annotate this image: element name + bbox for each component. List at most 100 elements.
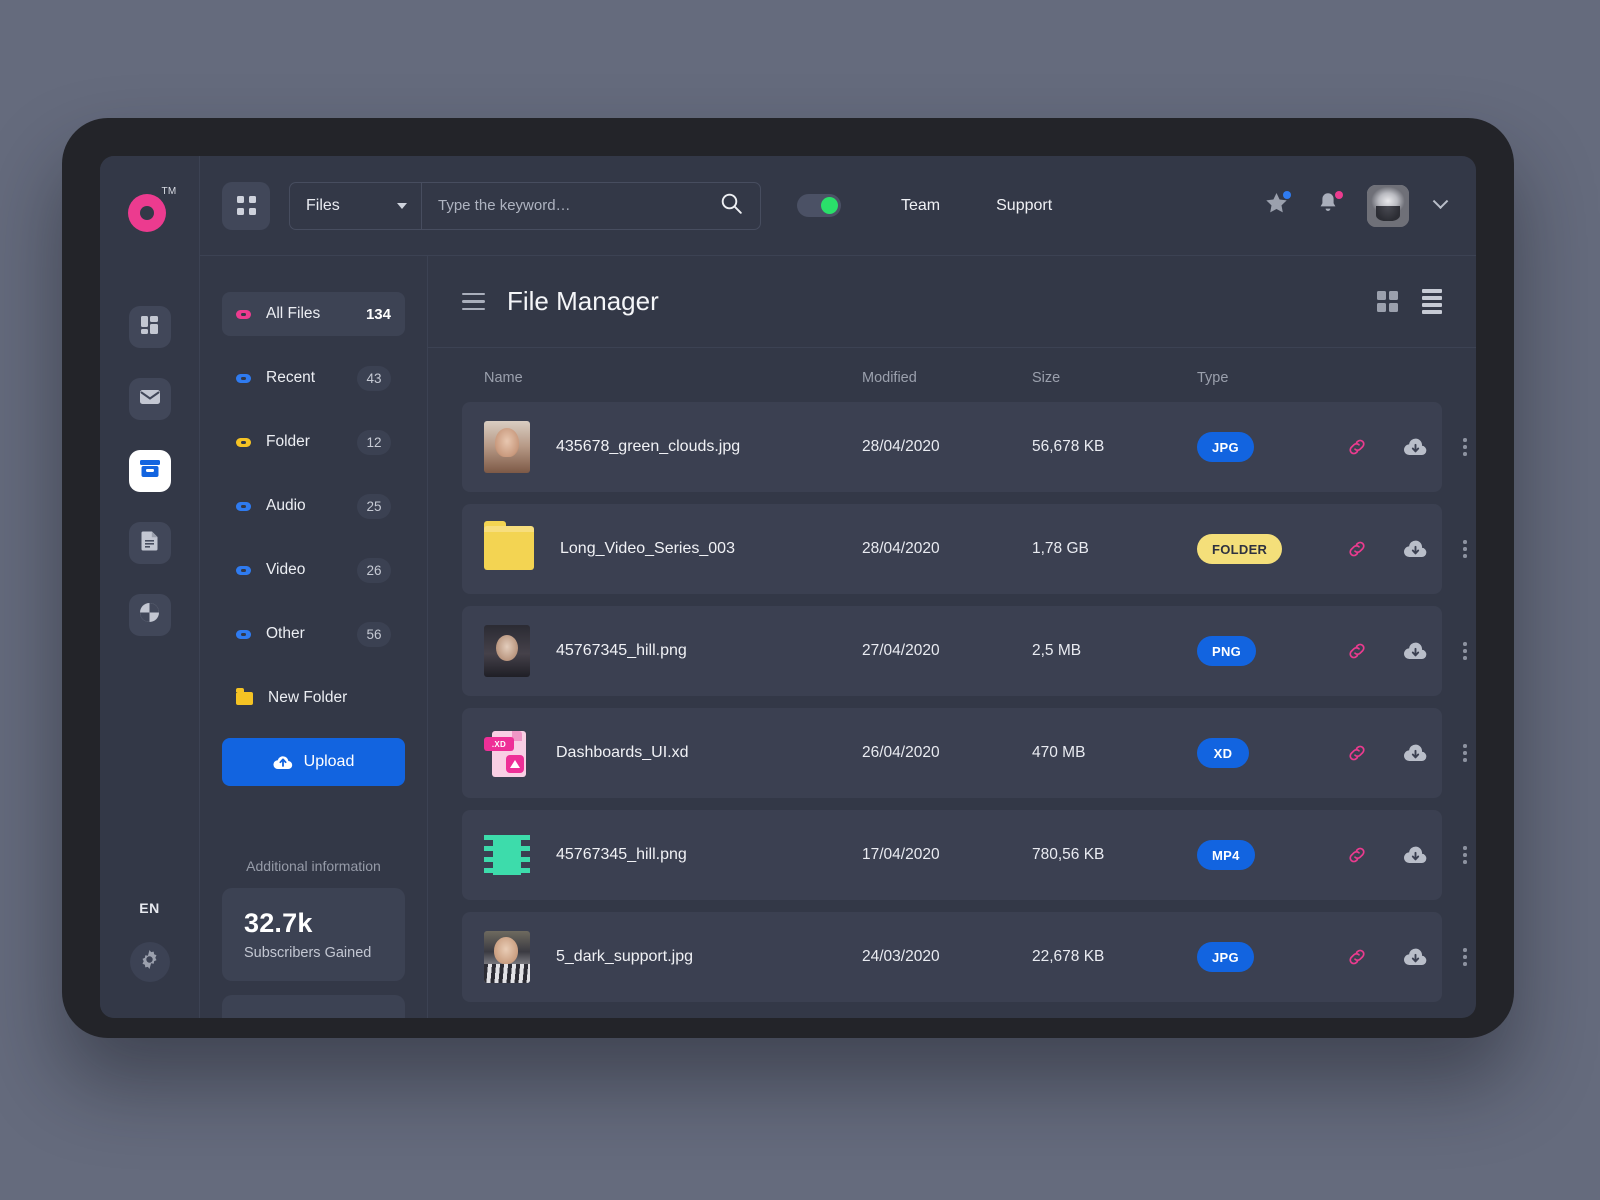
file-thumbnail: [484, 931, 530, 983]
file-name-cell: Long_Video_Series_003: [462, 521, 862, 570]
kebab-menu-icon[interactable]: [1463, 642, 1467, 660]
link-icon[interactable]: [1347, 947, 1367, 967]
status-badge: MP4: [1197, 840, 1255, 870]
file-name: 45767345_hill.png: [556, 846, 687, 863]
file-type-cell: JPG: [1197, 942, 1347, 972]
kebab-menu-icon[interactable]: [1463, 846, 1467, 864]
row-actions: [1347, 845, 1476, 865]
xd-file-icon: .XD: [484, 727, 530, 779]
sidebar-item-new-folder[interactable]: New Folder: [222, 676, 405, 720]
kebab-menu-icon[interactable]: [1463, 540, 1467, 558]
user-menu-chevron-down-icon[interactable]: [1432, 193, 1449, 210]
table-header: Name Modified Size Type: [428, 348, 1476, 402]
link-icon[interactable]: [1347, 845, 1367, 865]
row-actions: [1347, 641, 1476, 661]
sidebar-item-label: Other: [266, 625, 305, 642]
table-row[interactable]: 45767345_hill.png 27/04/2020 2,5 MB PNG: [462, 606, 1467, 696]
rail-item-analytics[interactable]: [128, 594, 171, 636]
hamburger-icon[interactable]: [462, 292, 485, 311]
rail-items: [128, 306, 171, 636]
grid-view-icon[interactable]: [1377, 291, 1398, 312]
favorites-badge: [1283, 190, 1291, 199]
rail-item-mail[interactable]: [128, 378, 171, 420]
column-header-modified: Modified: [862, 370, 917, 386]
rail-item-dashboard[interactable]: [128, 306, 171, 348]
sidebar-item-folder[interactable]: Folder 12: [222, 420, 405, 464]
top-header: Files Team Support: [200, 156, 1476, 256]
category-select-value: Files: [306, 196, 340, 214]
sidebar-item-count: 12: [357, 429, 391, 455]
stat-value: 32.7k: [244, 908, 313, 938]
pie-chart-icon: [139, 602, 160, 628]
chevron-down-icon: [397, 202, 407, 209]
cloud-download-icon[interactable]: [1403, 539, 1427, 559]
status-badge: FOLDER: [1197, 534, 1283, 564]
sidebar-item-label: All Files: [266, 305, 321, 322]
app-screen: TM EN Files Type the keyword… Team Suppo…: [100, 156, 1476, 1018]
link-icon[interactable]: [1347, 437, 1367, 457]
rail-item-files[interactable]: [128, 450, 171, 492]
status-badge: PNG: [1197, 636, 1257, 666]
cloud-download-icon[interactable]: [1403, 641, 1427, 661]
pill-icon: [236, 629, 251, 639]
right-region: Files Team Support: [200, 156, 1476, 1018]
kebab-menu-icon[interactable]: [1463, 948, 1467, 966]
table-row[interactable]: 435678_green_clouds.jpg 28/04/2020 56,67…: [462, 402, 1467, 492]
file-modified: 17/04/2020: [862, 846, 940, 863]
table-row[interactable]: Long_Video_Series_003 28/04/2020 1,78 GB…: [462, 504, 1467, 594]
file-nav-sidebar: All Files 134 Recent 43 Folder 12 Audio …: [200, 256, 428, 1018]
sidebar-item-count: 134: [365, 305, 391, 323]
cloud-download-icon[interactable]: [1403, 947, 1427, 967]
nav-link-support[interactable]: Support: [996, 197, 1052, 215]
link-icon[interactable]: [1347, 641, 1367, 661]
sidebar-item-audio[interactable]: Audio 25: [222, 484, 405, 528]
table-row[interactable]: 45767345_hill.png 17/04/2020 780,56 KB M…: [462, 810, 1467, 900]
archive-icon: [139, 459, 161, 484]
upload-button[interactable]: Upload: [222, 738, 405, 786]
file-name: Dashboards_UI.xd: [556, 744, 689, 761]
cloud-download-icon[interactable]: [1403, 743, 1427, 763]
avatar[interactable]: [1367, 184, 1409, 227]
column-header-size: Size: [1032, 370, 1061, 386]
sidebar-item-other[interactable]: Other 56: [222, 612, 405, 656]
sidebar-item-label: New Folder: [268, 689, 348, 706]
settings-button[interactable]: [129, 942, 170, 982]
column-header-name: Name: [484, 370, 523, 386]
grid-icon: [140, 315, 160, 340]
favorites-button[interactable]: [1263, 190, 1291, 219]
link-icon[interactable]: [1347, 539, 1367, 559]
rail-item-documents[interactable]: [128, 522, 171, 564]
status-toggle[interactable]: [797, 194, 841, 217]
search-icon[interactable]: [721, 193, 742, 219]
apps-button[interactable]: [222, 181, 270, 230]
stat-card-subscribers: 32.7k Subscribers Gained: [222, 888, 405, 981]
icon-rail: TM EN: [100, 156, 200, 1018]
category-select[interactable]: Files: [289, 181, 421, 230]
search-input[interactable]: [438, 197, 721, 214]
view-switcher: [1377, 288, 1442, 315]
notifications-button[interactable]: [1315, 190, 1343, 219]
link-icon[interactable]: [1347, 743, 1367, 763]
language-selector[interactable]: EN: [139, 900, 159, 916]
kebab-menu-icon[interactable]: [1463, 744, 1467, 762]
table-row[interactable]: 5_dark_support.jpg 24/03/2020 22,678 KB …: [462, 912, 1467, 1002]
row-actions: [1347, 743, 1476, 763]
sidebar-item-video[interactable]: Video 26: [222, 548, 405, 592]
app-logo[interactable]: TM: [120, 184, 180, 236]
pill-icon: [236, 501, 251, 511]
cloud-download-icon[interactable]: [1403, 845, 1427, 865]
table-row[interactable]: .XD Dashboards_UI.xd 26/04/2020 470 MB X…: [462, 708, 1467, 798]
stat-label: Subscribers Gained: [244, 945, 372, 961]
apps-grid-icon: [236, 196, 256, 215]
cloud-download-icon[interactable]: [1403, 437, 1427, 457]
sidebar-item-recent[interactable]: Recent 43: [222, 356, 405, 400]
nav-link-team[interactable]: Team: [901, 197, 940, 215]
kebab-menu-icon[interactable]: [1463, 438, 1467, 456]
file-name: 5_dark_support.jpg: [556, 948, 693, 965]
document-icon: [141, 530, 159, 556]
search-field[interactable]: [421, 181, 761, 230]
list-view-icon[interactable]: [1422, 288, 1442, 315]
file-size: 2,5 MB: [1032, 642, 1082, 659]
sidebar-item-all-files[interactable]: All Files 134: [222, 292, 405, 336]
file-size: 56,678 KB: [1032, 438, 1105, 455]
